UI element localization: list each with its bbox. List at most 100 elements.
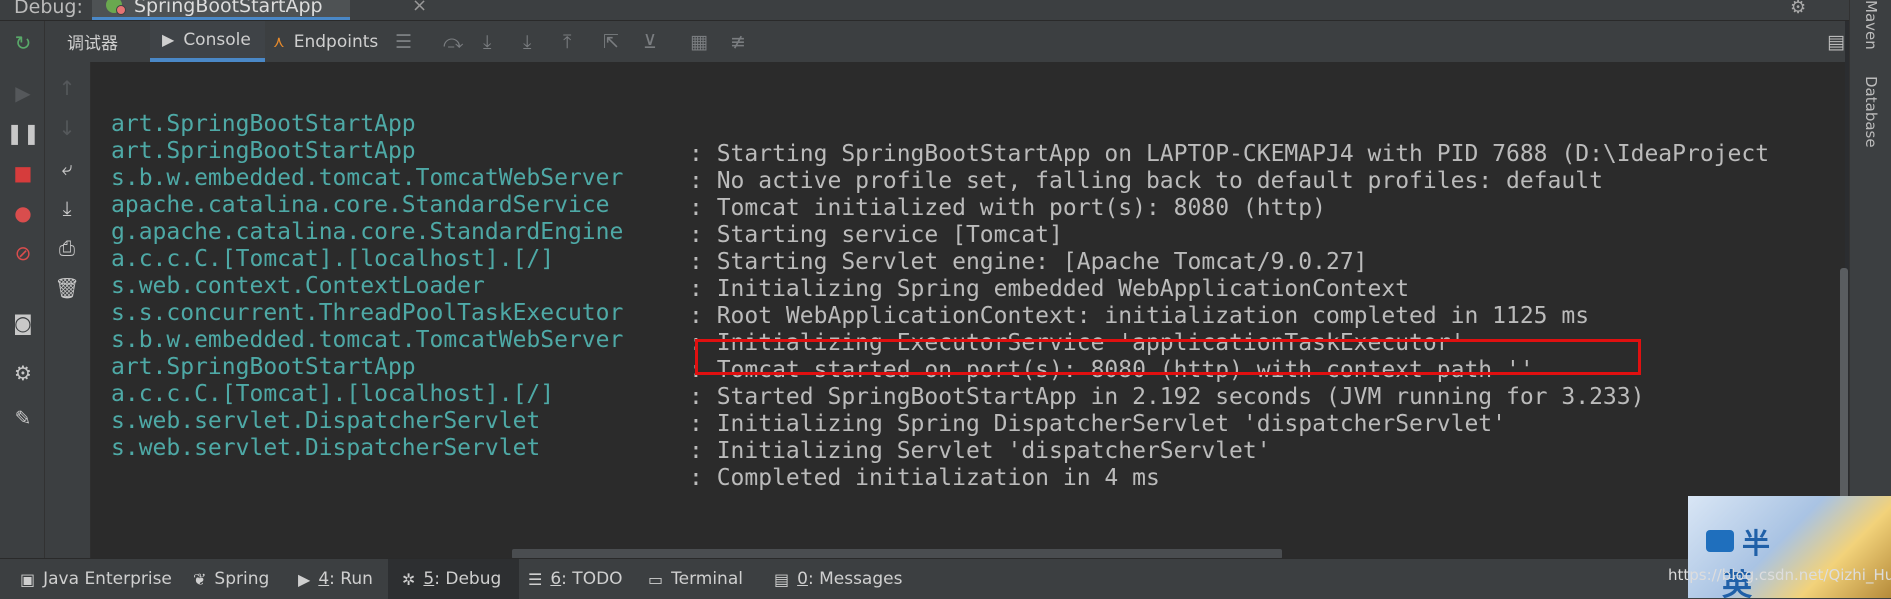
close-icon[interactable]: × (412, 0, 427, 16)
debug-bug-icon: ✲ (402, 569, 416, 589)
watermark-url: https://blog.csdn.net/Qizhi_Hu (1668, 566, 1891, 584)
down-arrow-icon[interactable]: ↓ (55, 116, 79, 140)
right-tool-strip: Maven Database (1849, 0, 1891, 558)
log-message: : Root WebApplicationContext: initializa… (689, 303, 1590, 329)
tab-terminal-label: Terminal (671, 569, 743, 589)
messages-icon: ▤ (774, 569, 790, 589)
log-line: s.web.context.ContextLoader : Root WebAp… (91, 241, 1589, 329)
log-line: a.c.c.C.[Tomcat].[localhost].[/] : Initi… (91, 349, 1506, 437)
tab-debug[interactable]: ✲ 5: Debug (388, 559, 520, 599)
spring-leaf-icon: ❦ (193, 569, 207, 589)
tab-messages[interactable]: ▤ 0: Messages (774, 559, 902, 599)
log-line: s.b.w.embedded.tomcat.TomcatWebServer : … (91, 133, 1326, 221)
console-icon: ▶ (162, 30, 175, 49)
tab-java-enterprise[interactable]: ▣ Java Enterprise (20, 559, 172, 599)
tab-debug-mnemonic: 5 (423, 569, 435, 589)
restore-layout-icon[interactable]: ▤ (1827, 31, 1845, 53)
debug-left-toolbar: ↻ ▶ ❚❚ ■ ● ⊘ ◙ ⚙ ✎ (0, 21, 45, 558)
shirt-icon (1706, 530, 1734, 552)
tab-todo-mnemonic: 6 (550, 569, 562, 589)
run-to-cursor-icon[interactable]: ⇱ (603, 31, 619, 53)
log-message: : Starting SpringBootStartApp on LAPTOP-… (689, 141, 1770, 167)
session-tab-label: SpringBootStartApp (134, 0, 323, 17)
java-enterprise-icon: ▣ (20, 569, 36, 589)
tab-debugger-label: 调试器 (67, 34, 118, 54)
log-line: art.SpringBootStartApp : Starting Spring… (91, 79, 1769, 167)
log-logger: a.c.c.C.[Tomcat].[localhost].[/] (111, 246, 555, 272)
log-line: g.apache.catalina.core.StandardEngine : … (91, 187, 1368, 275)
tab-debug-label: : Debug (434, 569, 502, 589)
log-line: s.web.servlet.DispatcherServlet : Initia… (91, 376, 1271, 464)
tab-endpoints-label: Endpoints (293, 31, 379, 52)
tab-todo-label: : TODO (561, 569, 623, 589)
log-logger: s.web.context.ContextLoader (111, 273, 485, 299)
debug-subtab-bar: 调试器 ▶ Console ⋏ Endpoints ☰ ⤼ ⤓ ⤓ ⤒ ⇱ ⊻ … (45, 21, 1845, 63)
run-icon: ▶ (298, 569, 311, 589)
settings-gear-icon[interactable]: ⚙ (1790, 0, 1806, 18)
scroll-to-end-icon[interactable]: ⤓ (55, 196, 79, 220)
stop-icon[interactable]: ■ (11, 161, 35, 185)
soft-wrap-icon[interactable]: ⤶ (55, 156, 79, 180)
highlight-annotation-box (695, 339, 1641, 375)
step-out-icon[interactable]: ⤒ (563, 31, 571, 53)
console-output[interactable]: art.SpringBootStartApp : Starting Spring… (91, 62, 1845, 558)
pause-icon[interactable]: ❚❚ (6, 121, 40, 145)
log-message: : Starting Servlet engine: [Apache Tomca… (689, 249, 1368, 275)
tab-terminal[interactable]: ▭ Terminal (648, 559, 743, 599)
print-icon[interactable]: ⎙ (55, 236, 79, 260)
log-line: a.c.c.C.[Tomcat].[localhost].[/] : Initi… (91, 214, 1409, 302)
view-breakpoints-icon[interactable]: ● (11, 201, 35, 225)
log-logger: art.SpringBootStartApp (111, 111, 416, 137)
log-line-highlighted: s.b.w.embedded.tomcat.TomcatWebServer : … (91, 295, 1534, 383)
step-into-icon[interactable]: ⤓ (523, 31, 531, 53)
show-execution-point-icon[interactable]: ⤼ (443, 31, 463, 53)
database-tool-tab[interactable]: Database (1862, 76, 1880, 148)
settings-icon[interactable]: ⚙ (11, 361, 35, 385)
trace-icon[interactable]: ≢ (730, 31, 746, 53)
log-logger: s.b.w.embedded.tomcat.TomcatWebServer (111, 165, 624, 191)
tab-run-label: : Run (329, 569, 373, 589)
tab-messages-mnemonic: 0 (797, 569, 808, 589)
log-message: : Initializing Servlet 'dispatcherServle… (689, 438, 1271, 464)
log-line: s.web.servlet.DispatcherServlet : Comple… (91, 403, 1160, 491)
table-view-icon[interactable]: ▦ (690, 31, 708, 53)
session-tab[interactable]: SpringBootStartApp × (92, 0, 427, 20)
clear-all-icon[interactable]: 🗑 (54, 276, 79, 300)
evaluate-icon[interactable]: ⊻ (643, 31, 657, 53)
resume-icon[interactable]: ▶ (11, 81, 35, 105)
tab-todo[interactable]: ☰ 6: TODO (528, 559, 623, 599)
avatar-text: 半 (1742, 527, 1771, 560)
log-message: : Initializing Spring DispatcherServlet … (689, 411, 1506, 437)
console-left-toolbar: ↑ ↓ ⤶ ⤓ ⎙ 🗑 (45, 62, 91, 558)
log-message: : Initializing Spring embedded WebApplic… (689, 276, 1410, 302)
tab-console[interactable]: ▶ Console (150, 21, 265, 62)
log-logger: art.SpringBootStartApp (111, 354, 416, 380)
tab-endpoints[interactable]: ⋏ Endpoints (273, 21, 378, 62)
tab-java-enterprise-label: Java Enterprise (43, 569, 172, 589)
bottom-tool-window-bar: ▣ Java Enterprise ❦ Spring ▶ 4: Run ✲ 5:… (0, 558, 1891, 599)
log-logger: s.s.concurrent.ThreadPoolTaskExecutor (111, 300, 624, 326)
camera-icon[interactable]: ◙ (11, 311, 35, 335)
log-logger: g.apache.catalina.core.StandardEngine (111, 219, 624, 245)
mute-breakpoints-icon[interactable]: ⊘ (11, 241, 35, 265)
layout-icon[interactable]: ☰ (395, 31, 412, 53)
log-message: : Started SpringBootStartApp in 2.192 se… (689, 384, 1645, 410)
up-arrow-icon[interactable]: ↑ (55, 76, 79, 100)
log-line: art.SpringBootStartApp : Started SpringB… (91, 322, 1644, 410)
tab-console-label: Console (183, 29, 251, 50)
tab-run-mnemonic: 4 (318, 569, 330, 589)
tab-messages-label: : Messages (807, 569, 903, 589)
rerun-icon[interactable]: ↻ (11, 31, 35, 55)
tab-spring-label: Spring (214, 569, 270, 589)
maven-tool-tab[interactable]: Maven (1862, 0, 1880, 50)
tab-run[interactable]: ▶ 4: Run (298, 559, 373, 599)
step-over-icon[interactable]: ⤓ (483, 31, 491, 53)
log-logger: s.web.servlet.DispatcherServlet (111, 408, 541, 434)
tab-spring[interactable]: ❦ Spring (193, 559, 269, 599)
log-logger: s.web.servlet.DispatcherServlet (111, 435, 541, 461)
log-message: : Completed initialization in 4 ms (689, 465, 1160, 491)
terminal-icon: ▭ (648, 569, 664, 589)
tab-debugger[interactable]: 调试器 (67, 21, 118, 62)
pin-icon[interactable]: ✎ (11, 406, 35, 430)
endpoints-icon: ⋏ (273, 32, 285, 51)
